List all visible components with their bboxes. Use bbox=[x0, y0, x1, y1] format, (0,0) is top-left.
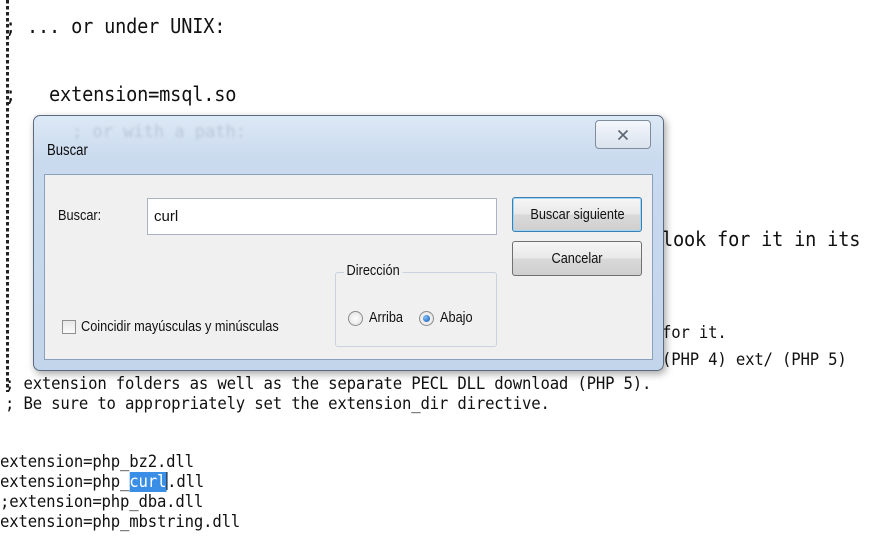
direction-down-label[interactable]: Abajo bbox=[440, 309, 473, 326]
find-label: Buscar: bbox=[58, 207, 102, 224]
editor-line: ; extension=msql.so bbox=[5, 82, 237, 106]
editor-line-match: extension=php_curl.dll bbox=[0, 472, 204, 492]
background-text-through-glass: ; or with a path: bbox=[72, 122, 246, 142]
comment-marker-column bbox=[6, 0, 9, 392]
direction-up-radio[interactable] bbox=[348, 311, 363, 326]
editor-line: look for it in its bbox=[662, 227, 861, 251]
editor-line: ; extension folders as well as the separ… bbox=[5, 374, 652, 394]
cancel-label: Cancelar bbox=[551, 250, 603, 267]
editor-line: for it. bbox=[662, 323, 727, 343]
direction-label: Dirección bbox=[344, 262, 403, 279]
find-input[interactable] bbox=[147, 198, 497, 235]
dialog-title: Buscar bbox=[47, 142, 88, 159]
editor-line-suffix: .dll bbox=[167, 472, 205, 492]
direction-up-label[interactable]: Arriba bbox=[369, 309, 403, 326]
dialog-body: Buscar: Buscar siguiente Cancelar Direcc… bbox=[44, 174, 653, 360]
editor-line-prefix: extension=php_ bbox=[0, 472, 130, 492]
direction-down-radio[interactable] bbox=[419, 311, 434, 326]
find-dialog: ; or with a path: Buscar Buscar: Buscar … bbox=[33, 115, 664, 371]
match-case-checkbox[interactable] bbox=[62, 320, 76, 334]
editor-line: ; ... or under UNIX: bbox=[5, 14, 226, 38]
match-case-label[interactable]: Coincidir mayúsculas y minúsculas bbox=[81, 318, 279, 335]
editor-line: extension=php_bz2.dll bbox=[0, 452, 194, 472]
find-next-label: Buscar siguiente bbox=[529, 206, 625, 223]
dialog-titlebar[interactable]: ; or with a path: Buscar bbox=[34, 116, 663, 174]
editor-line: (PHP 4) ext/ (PHP 5) bbox=[662, 350, 847, 370]
close-icon bbox=[617, 129, 629, 140]
editor-line: extension=php_mbstring.dll bbox=[0, 512, 241, 532]
close-button[interactable] bbox=[595, 120, 651, 149]
direction-group: Dirección Arriba Abajo bbox=[335, 262, 497, 347]
cancel-button[interactable]: Cancelar bbox=[512, 241, 642, 276]
selected-match: curl bbox=[129, 472, 167, 492]
find-next-button[interactable]: Buscar siguiente bbox=[512, 197, 642, 232]
editor-line: ;extension=php_dba.dll bbox=[0, 492, 204, 512]
editor-line: ; Be sure to appropriately set the exten… bbox=[5, 394, 550, 414]
